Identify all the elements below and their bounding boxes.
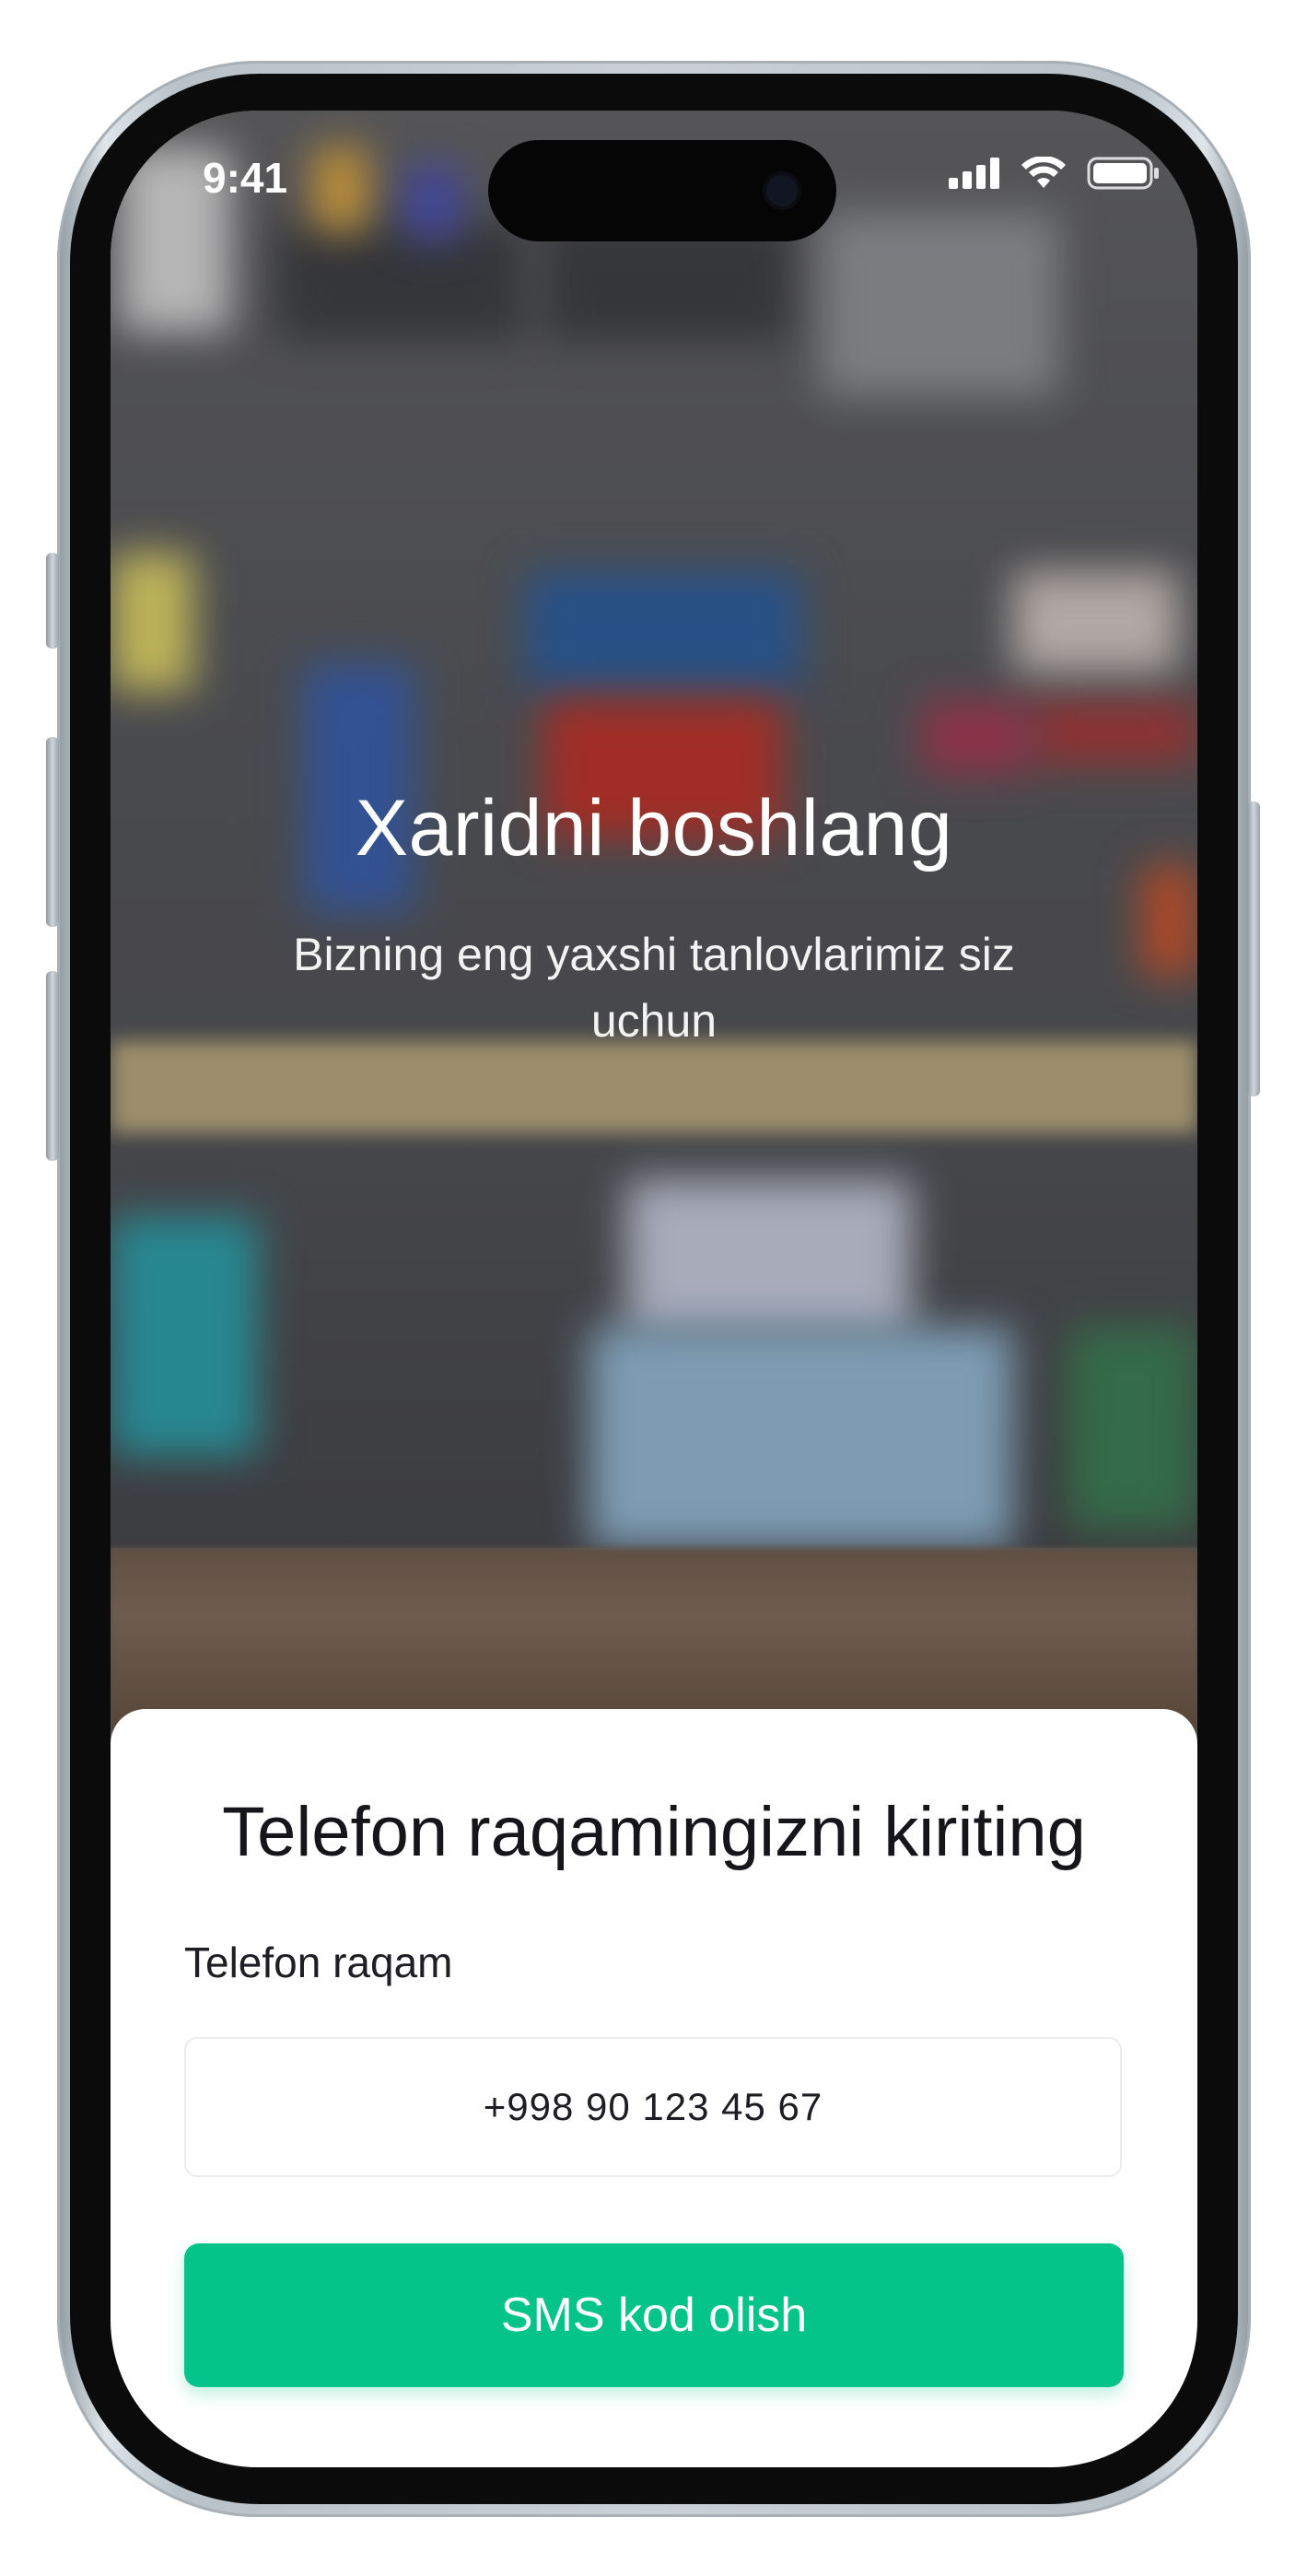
hero-title: Xaridni boshlang <box>355 784 953 872</box>
status-bar: 9:41 <box>111 111 1197 241</box>
battery-icon <box>1087 157 1159 190</box>
app-screen: Xaridni boshlang Bizning eng yaxshi tanl… <box>111 111 1197 2467</box>
phone-number-input[interactable] <box>184 2037 1122 2177</box>
power-button <box>1247 802 1260 1096</box>
get-sms-code-button[interactable]: SMS kod olish <box>184 2243 1124 2387</box>
hero-subtitle: Bizning eng yaxshi tanlovlarimiz siz uch… <box>293 929 1015 1047</box>
wifi-icon <box>1021 157 1066 188</box>
volume-up-button <box>46 737 59 927</box>
phone-login-sheet: Telefon raqamingizni kiriting Telefon ra… <box>111 1709 1197 2467</box>
dynamic-island <box>488 140 836 241</box>
cellular-signal-icon <box>949 158 999 189</box>
front-camera-icon <box>766 175 798 206</box>
phone-field-label: Telefon raqam <box>184 1938 453 1986</box>
sheet-title: Telefon raqamingizni kiriting <box>222 1793 1086 1871</box>
status-time: 9:41 <box>203 154 288 202</box>
action-button <box>46 553 59 649</box>
volume-down-button <box>46 971 59 1161</box>
